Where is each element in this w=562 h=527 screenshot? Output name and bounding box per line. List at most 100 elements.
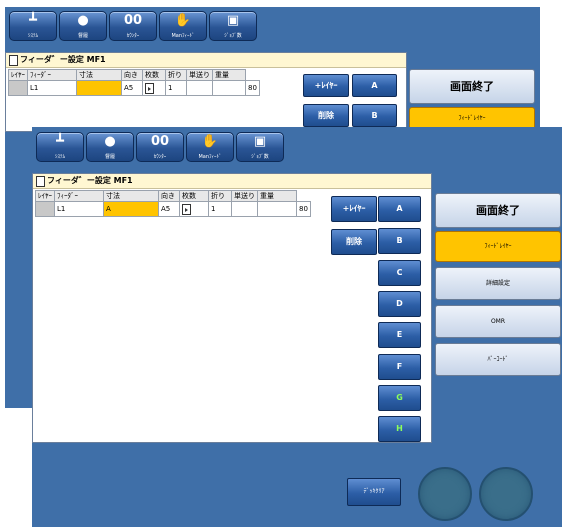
back-window-title: フィーダ゛ー設定 MF1 xyxy=(6,53,406,68)
jobcount-button[interactable]: ▣ ｼﾞｮﾌﾞ数 xyxy=(236,132,284,162)
detail-settings-button[interactable]: 詳細設定 xyxy=(435,267,561,300)
manfeed-label: Manﾌｨｰﾄﾞ xyxy=(198,154,222,160)
feeder-h-button[interactable]: H xyxy=(378,416,421,442)
counter-icon: 00 xyxy=(150,134,170,149)
cell-layer: L1 xyxy=(27,80,77,96)
table-header: ﾚｲﾔｰ ﾌｨｰﾀﾞｰ 寸法 向き 枚数 折り 単送り 重量 xyxy=(8,69,260,81)
system-icon: ┻ xyxy=(29,13,37,28)
cell-layer: L1 xyxy=(54,201,104,217)
cell-feeder[interactable] xyxy=(76,80,122,96)
counter-icon: 00 xyxy=(123,13,143,28)
system-button[interactable]: ┻ ｼｽﾃﾑ xyxy=(36,132,84,162)
hand-icon: ✋ xyxy=(201,134,219,149)
person-icon: ● xyxy=(77,13,89,28)
person-icon: ● xyxy=(104,134,116,149)
back-manfeed-button[interactable]: ✋ Manﾌｨｰﾄﾞ xyxy=(159,11,207,41)
back-feeder-b-button[interactable]: B xyxy=(352,104,397,127)
back-window-title-text: フィーダ゛ー設定 MF1 xyxy=(20,55,106,64)
table-row[interactable]: L1 A5 1 80 xyxy=(8,80,260,96)
cell-weight: 80 xyxy=(296,201,311,217)
layer-table: ﾚｲﾔｰ ﾌｨｰﾀﾞｰ 寸法 向き 枚数 折り 単送り 重量 L1 A A5 1… xyxy=(35,190,311,217)
col-weight: 重量 xyxy=(212,69,246,81)
col-direction: 向き xyxy=(121,69,143,81)
col-size: 寸法 xyxy=(103,190,159,202)
cell-feeder[interactable]: A xyxy=(103,201,159,217)
back-system-label: ｼｽﾃﾑ xyxy=(27,33,38,39)
add-layer-button[interactable]: +ﾚｲﾔｰ xyxy=(331,196,377,222)
document-icon xyxy=(36,176,45,187)
cell-single-feed xyxy=(212,80,246,96)
feeder-f-button[interactable]: F xyxy=(378,354,421,380)
col-count: 枚数 xyxy=(142,69,166,81)
back-add-layer-button[interactable]: +ﾚｲﾔｰ xyxy=(303,74,349,97)
barcode-button[interactable]: ﾊﾞｰｺｰﾄﾞ xyxy=(435,343,561,376)
feeder-b-button[interactable]: B xyxy=(378,228,421,254)
window-title-text: フィーダ゛ー設定 MF1 xyxy=(47,176,133,185)
feeder-d-button[interactable]: D xyxy=(378,291,421,317)
history-label: 督履 xyxy=(104,154,115,160)
cell-count: 1 xyxy=(208,201,232,217)
round-button-left[interactable] xyxy=(418,467,472,521)
col-fold: 折り xyxy=(208,190,232,202)
col-fold: 折り xyxy=(165,69,187,81)
job-icon: ▣ xyxy=(253,134,267,149)
document-icon xyxy=(9,55,18,66)
jobcount-label: ｼﾞｮﾌﾞ数 xyxy=(251,154,269,160)
back-feeder-a-button[interactable]: A xyxy=(352,74,397,97)
back-counter-button[interactable]: 00 ｶｳﾝﾀｰ xyxy=(109,11,157,41)
col-layer: ﾚｲﾔｰ xyxy=(8,69,28,81)
end-screen-button[interactable]: 画面終了 xyxy=(435,193,561,228)
table-row[interactable]: L1 A A5 1 80 xyxy=(35,201,311,217)
system-icon: ┻ xyxy=(56,134,64,149)
cell-size: A5 xyxy=(121,80,143,96)
cell-single-feed xyxy=(257,201,297,217)
feeder-e-button[interactable]: E xyxy=(378,322,421,348)
cell-fold xyxy=(231,201,258,217)
col-size: 寸法 xyxy=(76,69,122,81)
back-history-label: 督履 xyxy=(77,33,88,39)
col-feeder: ﾌｨｰﾀﾞｰ xyxy=(54,190,104,202)
hand-icon: ✋ xyxy=(174,13,192,28)
row-selector[interactable] xyxy=(35,201,55,217)
cell-direction xyxy=(179,201,209,217)
back-jobcount-label: ｼﾞｮﾌﾞ数 xyxy=(224,33,242,39)
feeder-c-button[interactable]: C xyxy=(378,260,421,286)
back-jobcount-button[interactable]: ▣ ｼﾞｮﾌﾞ数 xyxy=(209,11,257,41)
feed-layer-button[interactable]: ﾌｨｰﾄﾞﾚｲﾔｰ xyxy=(435,231,561,262)
page-direction-icon xyxy=(182,203,191,215)
back-end-screen-button[interactable]: 画面終了 xyxy=(409,69,535,104)
col-weight: 重量 xyxy=(257,190,297,202)
cell-size: A5 xyxy=(158,201,180,217)
back-delete-button[interactable]: 削除 xyxy=(303,104,349,127)
col-count: 枚数 xyxy=(179,190,209,202)
manfeed-button[interactable]: ✋ Manﾌｨｰﾄﾞ xyxy=(186,132,234,162)
col-direction: 向き xyxy=(158,190,180,202)
page-direction-icon xyxy=(145,82,154,94)
feeder-g-button[interactable]: G xyxy=(378,385,421,411)
omr-button[interactable]: OMR xyxy=(435,305,561,338)
col-single-feed: 単送り xyxy=(186,69,213,81)
cell-count: 1 xyxy=(165,80,187,96)
back-counter-label: ｶｳﾝﾀｰ xyxy=(126,33,140,39)
round-button-right[interactable] xyxy=(479,467,533,521)
counter-label: ｶｳﾝﾀｰ xyxy=(153,154,167,160)
feeder-a-button[interactable]: A xyxy=(378,196,421,222)
back-system-button[interactable]: ┻ ｼｽﾃﾑ xyxy=(9,11,57,41)
cell-weight: 80 xyxy=(245,80,260,96)
system-label: ｼｽﾃﾑ xyxy=(54,154,65,160)
table-header: ﾚｲﾔｰ ﾌｨｰﾀﾞｰ 寸法 向き 枚数 折り 単送り 重量 xyxy=(35,190,311,202)
back-history-button[interactable]: ● 督履 xyxy=(59,11,107,41)
cell-fold xyxy=(186,80,213,96)
col-layer: ﾚｲﾔｰ xyxy=(35,190,55,202)
back-manfeed-label: Manﾌｨｰﾄﾞ xyxy=(171,33,195,39)
row-selector[interactable] xyxy=(8,80,28,96)
col-single-feed: 単送り xyxy=(231,190,258,202)
counter-button[interactable]: 00 ｶｳﾝﾀｰ xyxy=(136,132,184,162)
job-icon: ▣ xyxy=(226,13,240,28)
history-button[interactable]: ● 督履 xyxy=(86,132,134,162)
cell-direction xyxy=(142,80,166,96)
col-feeder: ﾌｨｰﾀﾞｰ xyxy=(27,69,77,81)
back-layer-table: ﾚｲﾔｰ ﾌｨｰﾀﾞｰ 寸法 向き 枚数 折り 単送り 重量 L1 A5 1 8… xyxy=(8,69,260,96)
deck-clear-button[interactable]: ﾃﾞｯｷｸﾘｱ xyxy=(347,478,401,506)
delete-button[interactable]: 削除 xyxy=(331,229,377,255)
